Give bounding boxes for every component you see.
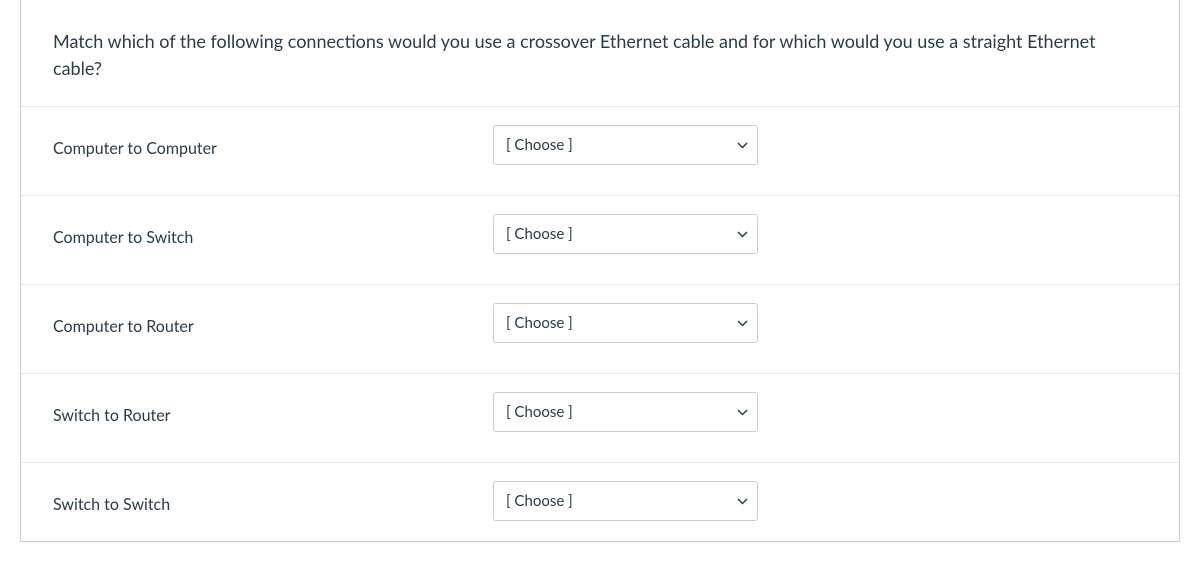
select-wrap: [ Choose ] [493, 125, 758, 165]
choice-select-computer-to-switch[interactable]: [ Choose ] [493, 214, 758, 254]
match-label-switch-to-switch: Switch to Switch [53, 489, 493, 514]
question-container: Match which of the following connections… [20, 0, 1180, 542]
match-row: Computer to Computer [ Choose ] [21, 106, 1179, 195]
match-row: Switch to Router [ Choose ] [21, 373, 1179, 462]
match-row: Computer to Router [ Choose ] [21, 284, 1179, 373]
match-label-computer-to-computer: Computer to Computer [53, 133, 493, 158]
match-label-switch-to-router: Switch to Router [53, 400, 493, 425]
select-wrap: [ Choose ] [493, 481, 758, 521]
match-row: Switch to Switch [ Choose ] [21, 462, 1179, 541]
match-label-computer-to-switch: Computer to Switch [53, 222, 493, 247]
question-prompt: Match which of the following connections… [21, 0, 1179, 106]
choice-select-switch-to-switch[interactable]: [ Choose ] [493, 481, 758, 521]
choice-select-computer-to-computer[interactable]: [ Choose ] [493, 125, 758, 165]
select-wrap: [ Choose ] [493, 392, 758, 432]
select-wrap: [ Choose ] [493, 303, 758, 343]
choice-select-switch-to-router[interactable]: [ Choose ] [493, 392, 758, 432]
select-wrap: [ Choose ] [493, 214, 758, 254]
match-label-computer-to-router: Computer to Router [53, 311, 493, 336]
choice-select-computer-to-router[interactable]: [ Choose ] [493, 303, 758, 343]
match-row: Computer to Switch [ Choose ] [21, 195, 1179, 284]
